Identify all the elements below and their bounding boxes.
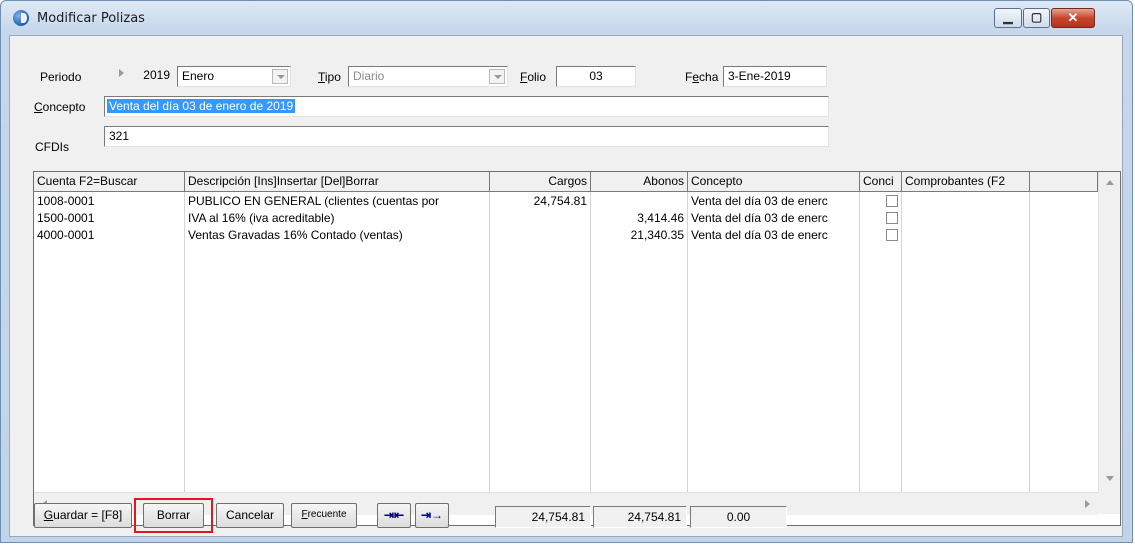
insert-row-button[interactable]: ⇥⇤ [377,503,411,528]
scroll-up-icon[interactable] [1103,176,1117,190]
insert-row-icon: ⇥⇤ [383,508,405,522]
cell-descripcion[interactable]: IVA al 16% (iva acreditable) [185,211,489,227]
periodo-year: 2019 [114,66,174,87]
borrar-highlight [134,498,213,533]
minimize-button[interactable]: ▁ [994,8,1022,28]
conci-checkbox[interactable] [886,212,898,224]
cell-descripcion[interactable]: PUBLICO EN GENERAL (clientes (cuentas po… [185,194,489,210]
append-row-button[interactable]: ⇥→ [415,503,449,528]
vertical-scrollbar[interactable] [1098,172,1120,492]
cfdis-label: CFDIs [35,140,69,154]
column-divider [859,192,860,492]
conci-checkbox[interactable] [886,195,898,207]
cell-concepto[interactable]: Venta del día 03 de enerc [688,228,859,244]
periodo-month-value: Enero [182,69,215,83]
tipo-label: Tipo [318,70,341,84]
cfdis-field[interactable]: 321 [104,126,829,147]
total-abonos: 24,754.81 [593,506,687,528]
column-divider [1029,192,1030,492]
periodo-label: Periodo [40,70,82,84]
cell-cargos[interactable]: 24,754.81 [490,194,590,210]
cell-cuenta[interactable]: 4000-0001 [34,228,184,244]
scroll-down-icon[interactable] [1103,472,1117,486]
close-button[interactable]: ✕ [1051,8,1095,28]
append-row-icon: ⇥→ [420,508,444,522]
column-header-descripcion[interactable]: Descripción [Ins]Insertar [Del]Borrar [185,172,490,192]
fecha-label: Fecha [685,70,719,84]
scroll-right-icon[interactable] [1080,497,1094,511]
column-divider [901,192,902,492]
total-cargos: 24,754.81 [495,506,591,528]
maximize-icon: ▢ [1030,10,1043,24]
concepto-label: Concepto [34,100,86,114]
concepto-field[interactable]: Venta del día 03 de enero de 2019 [104,96,829,117]
cell-cuenta[interactable]: 1008-0001 [34,194,184,210]
cell-abonos[interactable] [591,194,687,210]
window-title: Modificar Polizas [37,11,145,26]
cell-cargos[interactable] [490,228,590,244]
column-header-extra[interactable] [1030,172,1098,192]
column-header-comprobantes[interactable]: Comprobantes (F2 [902,172,1030,192]
chevron-down-icon[interactable] [489,69,505,84]
cell-abonos[interactable]: 3,414.46 [591,211,687,227]
folio-label: Folio [520,70,547,84]
cell-cuenta[interactable]: 1500-0001 [34,211,184,227]
fecha-field[interactable]: 3-Ene-2019 [723,66,827,87]
cell-concepto[interactable]: Venta del día 03 de enerc [688,194,859,210]
tipo-select[interactable]: Diario [348,66,508,87]
column-header-cuenta[interactable]: Cuenta F2=Buscar [34,172,185,192]
column-header-conci[interactable]: Conci [860,172,902,192]
cell-abonos[interactable]: 21,340.35 [591,228,687,244]
minimize-icon: ▁ [1003,10,1013,24]
conci-checkbox[interactable] [886,229,898,241]
accounts-grid[interactable]: Cuenta F2=Buscar Descripción [Ins]Insert… [33,171,1121,526]
cell-cargos[interactable] [490,211,590,227]
maximize-button[interactable]: ▢ [1023,8,1050,28]
periodo-month-select[interactable]: Enero [177,66,291,87]
chevron-down-icon[interactable] [272,69,288,84]
folio-field[interactable]: 03 [556,66,636,87]
diferencia-total: 0.00 [690,506,787,528]
column-header-concepto[interactable]: Concepto [688,172,860,192]
concepto-value: Venta del día 03 de enero de 2019 [107,99,296,113]
cell-descripcion[interactable]: Ventas Gravadas 16% Contado (ventas) [185,228,489,244]
app-window: Modificar Polizas ▁ ▢ ✕ Periodo 2019 Ene… [0,0,1133,543]
app-icon [13,10,29,26]
tipo-value: Diario [353,69,385,83]
cell-concepto[interactable]: Venta del día 03 de enerc [688,211,859,227]
title-bar[interactable]: Modificar Polizas ▁ ▢ ✕ [1,1,1132,35]
guardar-button[interactable]: Guardar = [F8] [34,503,132,528]
frecuente-button[interactable]: Frecuente [291,503,357,528]
close-icon: ✕ [1067,10,1079,25]
scrollbar-corner [1098,492,1120,514]
column-header-cargos[interactable]: Cargos [490,172,591,192]
client-area: Periodo 2019 Enero Tipo Diario Folio 03 … [9,35,1123,537]
cancelar-button[interactable]: Cancelar [216,503,284,528]
column-header-abonos[interactable]: Abonos [591,172,688,192]
